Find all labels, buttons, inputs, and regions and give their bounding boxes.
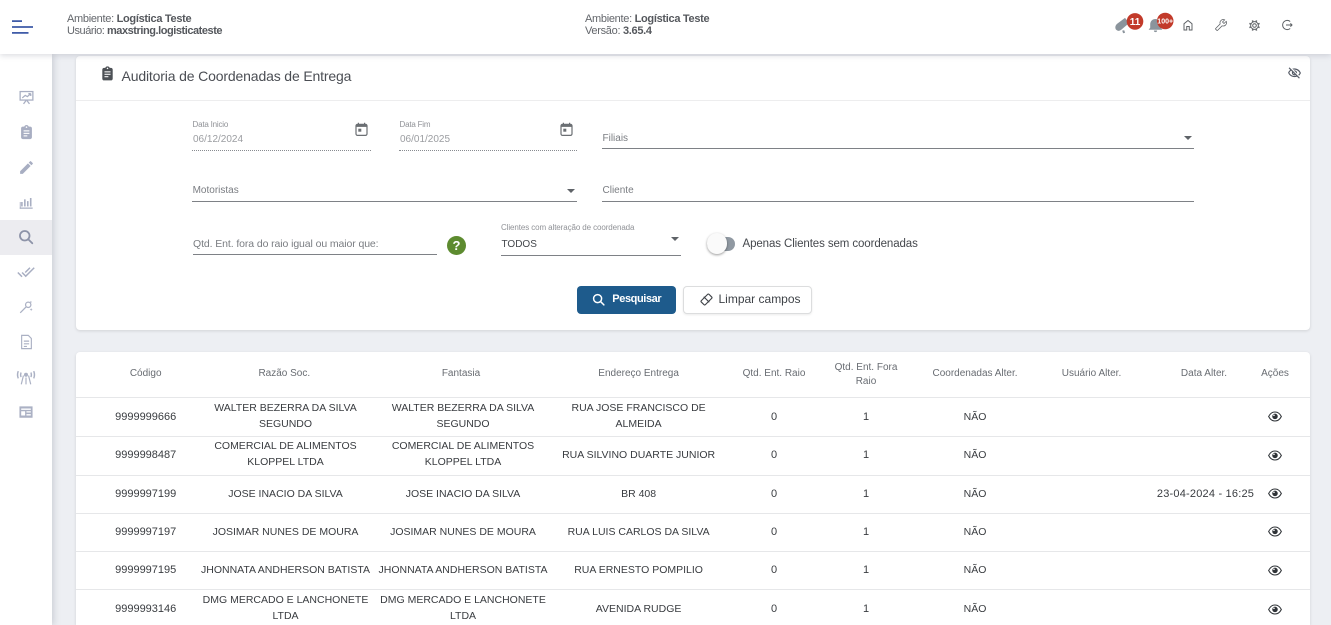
svg-text:100+: 100+ bbox=[1157, 18, 1173, 25]
svg-text:?: ? bbox=[452, 238, 460, 253]
svg-text:11: 11 bbox=[1130, 17, 1141, 28]
